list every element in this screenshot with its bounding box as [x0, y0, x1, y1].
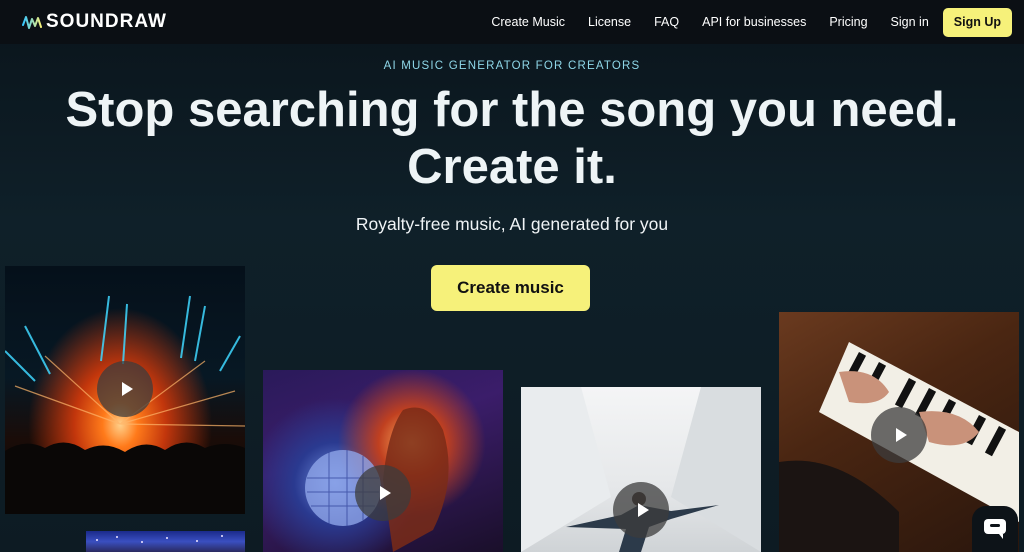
play-button[interactable] [97, 361, 153, 417]
chat-widget-button[interactable] [972, 506, 1018, 552]
play-button[interactable] [613, 482, 669, 538]
hero-headline-line2: Create it. [407, 140, 617, 194]
media-card-city[interactable] [86, 531, 245, 552]
play-icon [379, 486, 391, 500]
media-card-dancer[interactable] [521, 387, 761, 552]
play-button[interactable] [355, 465, 411, 521]
play-icon [121, 382, 133, 396]
nav-create-music[interactable]: Create Music [491, 15, 565, 29]
media-card-concert[interactable] [5, 266, 245, 514]
top-navbar: SOUNDRAW Create Music License FAQ API fo… [0, 0, 1024, 44]
brand-name: SOUNDRAW [46, 11, 167, 32]
play-icon [637, 503, 649, 517]
hero-headline-line1: Stop searching for the song you need. [65, 83, 959, 137]
media-card-disco[interactable] [263, 370, 503, 552]
hero-headline: Stop searching for the song you need. Cr… [0, 82, 1024, 196]
city-image [96, 535, 223, 543]
soundwave-logo-icon [22, 16, 42, 29]
nav-sign-in[interactable]: Sign in [891, 15, 929, 29]
disco-image [305, 407, 449, 552]
nav-pricing[interactable]: Pricing [829, 15, 867, 29]
chat-bubble-icon [984, 519, 1006, 539]
play-icon [895, 428, 907, 442]
hero-subheading: Royalty-free music, AI generated for you [355, 214, 669, 234]
sign-up-button[interactable]: Sign Up [942, 7, 1012, 37]
create-music-button[interactable]: Create music [431, 265, 590, 311]
main-nav: Create Music License FAQ API for busines… [491, 7, 1012, 37]
brand-logo[interactable]: SOUNDRAW [22, 11, 167, 33]
hero-eyebrow: AI MUSIC GENERATOR FOR CREATORS [383, 60, 641, 72]
nav-api-for-businesses[interactable]: API for businesses [702, 15, 806, 29]
play-button[interactable] [871, 407, 927, 463]
nav-license[interactable]: License [588, 15, 631, 29]
nav-faq[interactable]: FAQ [654, 15, 679, 29]
